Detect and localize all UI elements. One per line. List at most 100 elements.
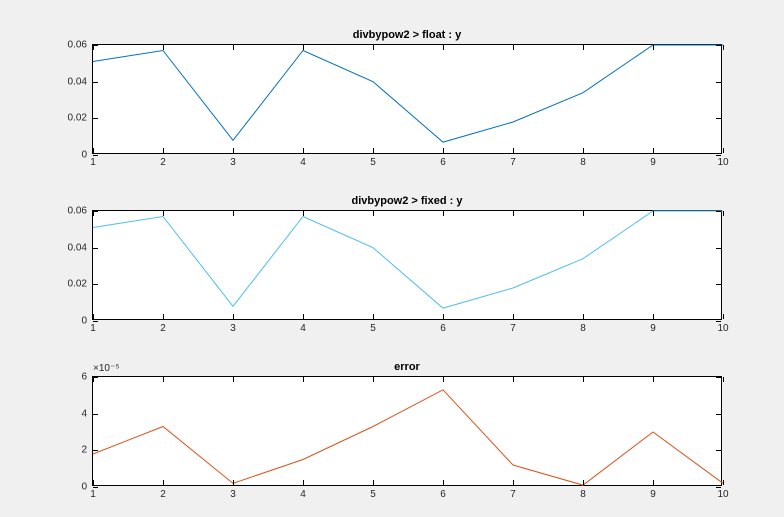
tick-mark (723, 314, 724, 319)
tick-mark (723, 148, 724, 153)
tick-mark (373, 480, 374, 485)
xtick-label: 3 (230, 323, 236, 334)
tick-mark (373, 377, 374, 382)
xtick-label: 1 (90, 489, 96, 500)
tick-mark (163, 211, 164, 216)
xtick-label: 10 (717, 489, 728, 500)
xtick-label: 6 (440, 157, 446, 168)
xtick-label: 3 (230, 157, 236, 168)
tick-mark (443, 45, 444, 50)
xtick-label: 6 (440, 323, 446, 334)
tick-mark (653, 211, 654, 216)
tick-mark (373, 148, 374, 153)
xtick-label: 3 (230, 489, 236, 500)
tick-mark (583, 480, 584, 485)
tick-mark (233, 314, 234, 319)
tick-mark (303, 148, 304, 153)
tick-mark (93, 118, 98, 119)
ytick-label: 2 (81, 445, 87, 456)
tick-mark (716, 284, 721, 285)
xtick-label: 2 (160, 323, 166, 334)
xtick-label: 9 (650, 157, 656, 168)
tick-mark (723, 211, 724, 216)
tick-mark (716, 211, 721, 212)
tick-mark (93, 480, 94, 485)
tick-mark (716, 487, 721, 488)
tick-mark (93, 45, 94, 50)
tick-mark (716, 155, 721, 156)
chart-error: error ×10⁻⁵ 024612345678910 (92, 376, 722, 486)
tick-mark (653, 45, 654, 50)
tick-mark (373, 211, 374, 216)
tick-mark (93, 414, 98, 415)
tick-mark (163, 480, 164, 485)
xtick-label: 7 (510, 157, 516, 168)
tick-mark (513, 377, 514, 382)
tick-mark (233, 211, 234, 216)
tick-mark (583, 148, 584, 153)
tick-mark (513, 45, 514, 50)
tick-mark (443, 211, 444, 216)
xtick-label: 1 (90, 323, 96, 334)
chart-float: divbypow2 > float : y 00.020.040.0612345… (92, 44, 722, 154)
tick-mark (443, 480, 444, 485)
tick-mark (303, 211, 304, 216)
xtick-label: 10 (717, 157, 728, 168)
xtick-label: 2 (160, 157, 166, 168)
tick-mark (653, 480, 654, 485)
xtick-label: 5 (370, 323, 376, 334)
xtick-label: 5 (370, 489, 376, 500)
xtick-label: 1 (90, 157, 96, 168)
tick-mark (303, 314, 304, 319)
tick-mark (373, 314, 374, 319)
xtick-label: 7 (510, 323, 516, 334)
chart-title-1: divbypow2 > float : y (93, 29, 721, 41)
tick-mark (716, 377, 721, 378)
tick-mark (373, 45, 374, 50)
tick-mark (93, 82, 98, 83)
tick-mark (653, 148, 654, 153)
y-exponent: ×10⁻⁵ (93, 363, 119, 374)
tick-mark (303, 377, 304, 382)
xtick-label: 8 (580, 323, 586, 334)
xtick-label: 6 (440, 489, 446, 500)
xtick-label: 9 (650, 489, 656, 500)
tick-mark (443, 314, 444, 319)
xtick-label: 4 (300, 323, 306, 334)
tick-mark (93, 284, 98, 285)
ytick-label: 0.02 (68, 113, 87, 124)
chart-fixed: divbypow2 > fixed : y 00.020.040.0612345… (92, 210, 722, 320)
xtick-label: 4 (300, 489, 306, 500)
ytick-label: 0 (81, 150, 87, 161)
tick-mark (233, 148, 234, 153)
tick-mark (303, 480, 304, 485)
tick-mark (723, 480, 724, 485)
xtick-label: 2 (160, 489, 166, 500)
tick-mark (93, 377, 94, 382)
tick-mark (93, 321, 98, 322)
tick-mark (93, 248, 98, 249)
tick-mark (583, 377, 584, 382)
ytick-label: 0 (81, 482, 87, 493)
tick-mark (513, 314, 514, 319)
xtick-label: 4 (300, 157, 306, 168)
tick-mark (93, 487, 98, 488)
tick-mark (93, 211, 94, 216)
xtick-label: 8 (580, 489, 586, 500)
xtick-label: 8 (580, 157, 586, 168)
tick-mark (723, 45, 724, 50)
tick-mark (716, 248, 721, 249)
tick-mark (233, 377, 234, 382)
tick-mark (716, 321, 721, 322)
tick-mark (716, 414, 721, 415)
tick-mark (716, 45, 721, 46)
xtick-label: 5 (370, 157, 376, 168)
line-plot-1 (93, 45, 721, 153)
tick-mark (93, 450, 98, 451)
tick-mark (163, 148, 164, 153)
tick-mark (716, 118, 721, 119)
tick-mark (583, 314, 584, 319)
ytick-label: 0.04 (68, 242, 87, 253)
ytick-label: 4 (81, 408, 87, 419)
line-plot-3 (93, 377, 721, 485)
